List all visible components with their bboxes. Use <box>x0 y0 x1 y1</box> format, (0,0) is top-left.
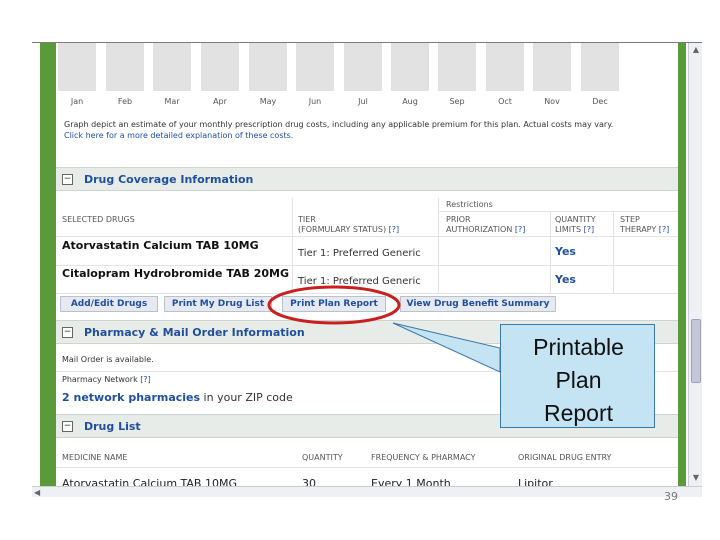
col-selected-drugs: SELECTED DRUGS <box>62 215 135 224</box>
month-label: Feb <box>117 97 133 106</box>
divider <box>438 211 678 212</box>
month-label: Dec <box>592 97 608 106</box>
graph-bar <box>391 43 429 91</box>
help-link[interactable]: [?] <box>584 225 595 234</box>
divider <box>56 467 678 468</box>
section-title: Drug List <box>84 420 141 433</box>
graph-bar <box>438 43 476 91</box>
col-quantity-limits: QUANTITY LIMITS [?] <box>555 215 596 235</box>
drug-name: Atorvastatin Calcium TAB 10MG <box>62 239 259 252</box>
print-drug-list-button[interactable]: Print My Drug List <box>164 296 272 312</box>
month-label: Sep <box>449 97 465 106</box>
callout-line: Printable <box>533 334 624 360</box>
graph-note-text: Graph depict an estimate of your monthly… <box>64 120 614 129</box>
graph-bar <box>581 43 619 91</box>
scroll-thumb[interactable] <box>691 319 701 383</box>
graph-bar <box>533 43 571 91</box>
drug-coverage-header: − Drug Coverage Information <box>56 167 678 191</box>
col-qty-line2: LIMITS <box>555 225 582 234</box>
col-prior-line2: AUTHORIZATION <box>446 225 513 234</box>
horizontal-scrollbar[interactable]: ◀ <box>32 486 702 497</box>
month-label: Oct <box>498 97 512 106</box>
page-border-right <box>678 43 686 486</box>
slide-page-number: 39 <box>664 490 678 503</box>
section-title: Pharmacy & Mail Order Information <box>84 326 305 339</box>
col-frequency-pharmacy: FREQUENCY & PHARMACY <box>371 453 476 462</box>
col-medicine-name: MEDICINE NAME <box>62 453 128 462</box>
month-label: Aug <box>402 97 418 106</box>
graph-bar <box>153 43 191 91</box>
col-step-line1: STEP <box>620 215 640 224</box>
month-label: Apr <box>213 97 227 106</box>
month-label: Jun <box>308 97 322 106</box>
pharmacy-network-label: Pharmacy Network [?] <box>62 375 151 384</box>
vertical-scrollbar[interactable]: ▲ ▼ <box>688 43 702 486</box>
print-plan-report-button[interactable]: Print Plan Report <box>282 296 386 312</box>
col-prior-auth: PRIOR AUTHORIZATION [?] <box>446 215 525 235</box>
graph-bar <box>296 43 334 91</box>
col-step-therapy: STEP THERAPY [?] <box>620 215 669 235</box>
month-label: Nov <box>544 97 560 106</box>
col-quantity: QUANTITY <box>302 453 343 462</box>
medicine-quantity: 30 <box>302 477 316 486</box>
mail-order-status: Mail Order is available. <box>62 355 154 364</box>
divider <box>56 293 678 294</box>
help-link[interactable]: [?] <box>140 375 151 384</box>
graph-bar <box>106 43 144 91</box>
add-edit-drugs-button[interactable]: Add/Edit Drugs <box>60 296 158 312</box>
divider <box>550 211 551 293</box>
col-tier-line1: TIER <box>298 215 316 224</box>
quantity-limits-link[interactable]: Yes <box>555 245 576 258</box>
collapse-icon[interactable]: − <box>62 174 73 185</box>
medicine-name: Atorvastatin Calcium TAB 10MG <box>62 477 237 486</box>
divider <box>56 265 678 266</box>
scroll-down-icon[interactable]: ▼ <box>691 473 701 483</box>
col-tier-line2: (FORMULARY STATUS) <box>298 225 387 234</box>
medicine-frequency: Every 1 Month <box>371 477 451 486</box>
restrictions-label: Restrictions <box>446 200 493 209</box>
network-pharmacies: 2 network pharmacies in your ZIP code <box>62 391 293 404</box>
collapse-icon[interactable]: − <box>62 327 73 338</box>
network-pharmacies-link[interactable]: 2 network pharmacies <box>62 391 200 404</box>
month-label: May <box>259 97 277 106</box>
help-link[interactable]: [?] <box>659 225 670 234</box>
drug-tier: Tier 1: Preferred Generic <box>298 276 421 287</box>
graph-note: Graph depict an estimate of your monthly… <box>64 119 613 141</box>
network-label-text: Pharmacy Network <box>62 375 138 384</box>
month-label: Mar <box>164 97 180 106</box>
graph-bar <box>486 43 524 91</box>
col-prior-line1: PRIOR <box>446 215 471 224</box>
month-label: Jan <box>70 97 84 106</box>
quantity-limits-link[interactable]: Yes <box>555 273 576 286</box>
section-title: Drug Coverage Information <box>84 173 254 186</box>
graph-bar <box>249 43 287 91</box>
divider <box>613 211 614 293</box>
annotation-callout: Printable Plan Report <box>500 324 655 428</box>
page-border-left <box>40 43 56 486</box>
month-label: Jul <box>358 97 368 106</box>
col-step-line2: THERAPY <box>620 225 657 234</box>
cost-explanation-link[interactable]: Click here for a more detailed explanati… <box>64 130 613 141</box>
col-tier: TIER (FORMULARY STATUS) [?] <box>298 215 399 235</box>
network-suffix: in your ZIP code <box>200 391 293 404</box>
original-drug-entry: Lipitor <box>518 477 553 486</box>
help-link[interactable]: [?] <box>515 225 526 234</box>
scroll-up-icon[interactable]: ▲ <box>691 45 701 55</box>
view-drug-benefit-summary-button[interactable]: View Drug Benefit Summary <box>400 296 556 312</box>
collapse-icon[interactable]: − <box>62 421 73 432</box>
divider <box>56 236 678 237</box>
divider <box>292 198 293 293</box>
col-qty-line1: QUANTITY <box>555 215 596 224</box>
drug-name: Citalopram Hydrobromide TAB 20MG <box>62 267 290 280</box>
divider <box>438 198 439 293</box>
graph-bar <box>201 43 239 91</box>
drug-tier: Tier 1: Preferred Generic <box>298 248 421 259</box>
help-link[interactable]: [?] <box>389 225 400 234</box>
col-original-entry: ORIGINAL DRUG ENTRY <box>518 453 612 462</box>
graph-bar <box>58 43 96 91</box>
callout-line: Plan <box>555 367 602 393</box>
callout-line: Report <box>543 400 614 426</box>
scroll-left-icon[interactable]: ◀ <box>34 488 40 497</box>
graph-bar <box>344 43 382 91</box>
